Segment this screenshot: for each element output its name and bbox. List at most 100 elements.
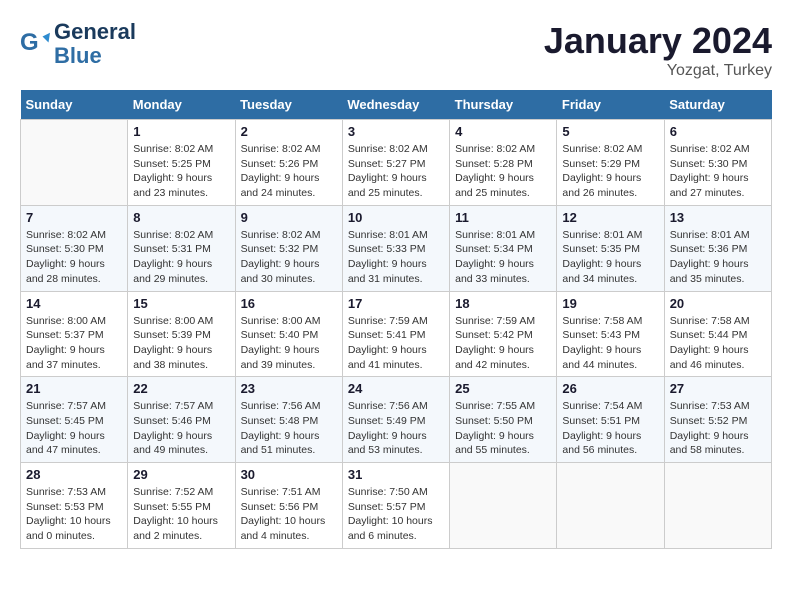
logo: G General Blue bbox=[20, 20, 136, 68]
calendar-cell bbox=[557, 463, 664, 549]
day-info: Sunrise: 7:54 AMSunset: 5:51 PMDaylight:… bbox=[562, 399, 658, 458]
day-info: Sunrise: 7:56 AMSunset: 5:49 PMDaylight:… bbox=[348, 399, 444, 458]
calendar-cell bbox=[21, 120, 128, 206]
day-info: Sunrise: 8:02 AMSunset: 5:30 PMDaylight:… bbox=[670, 142, 766, 201]
calendar-cell: 3 Sunrise: 8:02 AMSunset: 5:27 PMDaylight… bbox=[342, 120, 449, 206]
calendar-cell: 21Sunrise: 7:57 AMSunset: 5:45 PMDayligh… bbox=[21, 377, 128, 463]
weekday-header-monday: Monday bbox=[128, 90, 235, 120]
calendar-cell: 17 Sunrise: 7:59 AMSunset: 5:41 PMDayligh… bbox=[342, 291, 449, 377]
calendar-cell: 31 Sunrise: 7:50 AMSunset: 5:57 PMDayligh… bbox=[342, 463, 449, 549]
day-info: Sunrise: 7:56 AMSunset: 5:48 PMDaylight:… bbox=[241, 399, 337, 458]
calendar-table: SundayMondayTuesdayWednesdayThursdayFrid… bbox=[20, 90, 772, 549]
calendar-cell: 19 Sunrise: 7:58 AMSunset: 5:43 PMDayligh… bbox=[557, 291, 664, 377]
day-number: 12 bbox=[562, 210, 658, 225]
day-info: Sunrise: 8:02 AMSunset: 5:32 PMDaylight:… bbox=[241, 228, 337, 287]
page-header: G General Blue January 2024 Yozgat, Turk… bbox=[20, 20, 772, 80]
day-number: 23 bbox=[241, 381, 337, 396]
day-number: 2 bbox=[241, 124, 337, 139]
day-info: Sunrise: 7:57 AMSunset: 5:45 PMDaylight:… bbox=[26, 399, 122, 458]
day-number: 31 bbox=[348, 467, 444, 482]
weekday-header-sunday: Sunday bbox=[21, 90, 128, 120]
calendar-cell: 27Sunrise: 7:53 AMSunset: 5:52 PMDayligh… bbox=[664, 377, 771, 463]
day-number: 20 bbox=[670, 296, 766, 311]
calendar-cell: 22 Sunrise: 7:57 AMSunset: 5:46 PMDayligh… bbox=[128, 377, 235, 463]
day-number: 5 bbox=[562, 124, 658, 139]
day-number: 17 bbox=[348, 296, 444, 311]
calendar-cell: 26 Sunrise: 7:54 AMSunset: 5:51 PMDayligh… bbox=[557, 377, 664, 463]
day-number: 8 bbox=[133, 210, 229, 225]
day-number: 15 bbox=[133, 296, 229, 311]
day-number: 10 bbox=[348, 210, 444, 225]
calendar-cell: 24 Sunrise: 7:56 AMSunset: 5:49 PMDayligh… bbox=[342, 377, 449, 463]
weekday-header-row: SundayMondayTuesdayWednesdayThursdayFrid… bbox=[21, 90, 772, 120]
day-info: Sunrise: 8:00 AMSunset: 5:39 PMDaylight:… bbox=[133, 314, 229, 373]
day-info: Sunrise: 8:01 AMSunset: 5:36 PMDaylight:… bbox=[670, 228, 766, 287]
calendar-cell: 18Sunrise: 7:59 AMSunset: 5:42 PMDayligh… bbox=[450, 291, 557, 377]
month-title: January 2024 bbox=[544, 20, 772, 62]
day-info: Sunrise: 8:00 AMSunset: 5:40 PMDaylight:… bbox=[241, 314, 337, 373]
calendar-cell: 7Sunrise: 8:02 AMSunset: 5:30 PMDaylight… bbox=[21, 205, 128, 291]
day-number: 22 bbox=[133, 381, 229, 396]
week-row-5: 28 Sunrise: 7:53 AMSunset: 5:53 PMDayligh… bbox=[21, 463, 772, 549]
day-info: Sunrise: 7:50 AMSunset: 5:57 PMDaylight:… bbox=[348, 485, 444, 544]
day-info: Sunrise: 8:02 AMSunset: 5:31 PMDaylight:… bbox=[133, 228, 229, 287]
day-info: Sunrise: 8:02 AMSunset: 5:26 PMDaylight:… bbox=[241, 142, 337, 201]
day-number: 6 bbox=[670, 124, 766, 139]
day-info: Sunrise: 7:58 AMSunset: 5:43 PMDaylight:… bbox=[562, 314, 658, 373]
calendar-cell: 13 Sunrise: 8:01 AMSunset: 5:36 PMDayligh… bbox=[664, 205, 771, 291]
day-number: 4 bbox=[455, 124, 551, 139]
day-number: 3 bbox=[348, 124, 444, 139]
calendar-cell: 14 Sunrise: 8:00 AMSunset: 5:37 PMDayligh… bbox=[21, 291, 128, 377]
calendar-cell: 6 Sunrise: 8:02 AMSunset: 5:30 PMDaylight… bbox=[664, 120, 771, 206]
day-number: 19 bbox=[562, 296, 658, 311]
weekday-header-tuesday: Tuesday bbox=[235, 90, 342, 120]
title-block: January 2024 Yozgat, Turkey bbox=[544, 20, 772, 80]
day-info: Sunrise: 7:59 AMSunset: 5:41 PMDaylight:… bbox=[348, 314, 444, 373]
day-number: 1 bbox=[133, 124, 229, 139]
day-info: Sunrise: 7:55 AMSunset: 5:50 PMDaylight:… bbox=[455, 399, 551, 458]
calendar-cell: 25Sunrise: 7:55 AMSunset: 5:50 PMDayligh… bbox=[450, 377, 557, 463]
calendar-cell: 23 Sunrise: 7:56 AMSunset: 5:48 PMDayligh… bbox=[235, 377, 342, 463]
weekday-header-thursday: Thursday bbox=[450, 90, 557, 120]
day-number: 30 bbox=[241, 467, 337, 482]
day-number: 24 bbox=[348, 381, 444, 396]
day-number: 13 bbox=[670, 210, 766, 225]
calendar-cell: 16 Sunrise: 8:00 AMSunset: 5:40 PMDayligh… bbox=[235, 291, 342, 377]
svg-text:G: G bbox=[20, 29, 39, 56]
day-info: Sunrise: 7:53 AMSunset: 5:53 PMDaylight:… bbox=[26, 485, 122, 544]
day-info: Sunrise: 8:02 AMSunset: 5:27 PMDaylight:… bbox=[348, 142, 444, 201]
day-number: 27 bbox=[670, 381, 766, 396]
calendar-cell: 30 Sunrise: 7:51 AMSunset: 5:56 PMDayligh… bbox=[235, 463, 342, 549]
day-info: Sunrise: 8:01 AMSunset: 5:35 PMDaylight:… bbox=[562, 228, 658, 287]
calendar-cell: 15 Sunrise: 8:00 AMSunset: 5:39 PMDayligh… bbox=[128, 291, 235, 377]
location: Yozgat, Turkey bbox=[544, 62, 772, 80]
calendar-cell: 8 Sunrise: 8:02 AMSunset: 5:31 PMDaylight… bbox=[128, 205, 235, 291]
calendar-cell: 10Sunrise: 8:01 AMSunset: 5:33 PMDayligh… bbox=[342, 205, 449, 291]
day-info: Sunrise: 7:59 AMSunset: 5:42 PMDaylight:… bbox=[455, 314, 551, 373]
week-row-2: 7Sunrise: 8:02 AMSunset: 5:30 PMDaylight… bbox=[21, 205, 772, 291]
calendar-cell: 12 Sunrise: 8:01 AMSunset: 5:35 PMDayligh… bbox=[557, 205, 664, 291]
day-info: Sunrise: 8:01 AMSunset: 5:34 PMDaylight:… bbox=[455, 228, 551, 287]
calendar-cell: 1 Sunrise: 8:02 AMSunset: 5:25 PMDaylight… bbox=[128, 120, 235, 206]
calendar-cell: 11 Sunrise: 8:01 AMSunset: 5:34 PMDayligh… bbox=[450, 205, 557, 291]
day-info: Sunrise: 7:58 AMSunset: 5:44 PMDaylight:… bbox=[670, 314, 766, 373]
logo-icon: G bbox=[20, 29, 50, 59]
day-number: 28 bbox=[26, 467, 122, 482]
logo-text: General Blue bbox=[54, 20, 136, 68]
day-number: 29 bbox=[133, 467, 229, 482]
weekday-header-friday: Friday bbox=[557, 90, 664, 120]
day-info: Sunrise: 8:02 AMSunset: 5:29 PMDaylight:… bbox=[562, 142, 658, 201]
day-number: 26 bbox=[562, 381, 658, 396]
week-row-1: 1 Sunrise: 8:02 AMSunset: 5:25 PMDaylight… bbox=[21, 120, 772, 206]
day-number: 11 bbox=[455, 210, 551, 225]
day-info: Sunrise: 8:00 AMSunset: 5:37 PMDaylight:… bbox=[26, 314, 122, 373]
day-number: 14 bbox=[26, 296, 122, 311]
calendar-cell: 5 Sunrise: 8:02 AMSunset: 5:29 PMDaylight… bbox=[557, 120, 664, 206]
day-info: Sunrise: 8:02 AMSunset: 5:25 PMDaylight:… bbox=[133, 142, 229, 201]
weekday-header-wednesday: Wednesday bbox=[342, 90, 449, 120]
week-row-3: 14 Sunrise: 8:00 AMSunset: 5:37 PMDayligh… bbox=[21, 291, 772, 377]
calendar-cell bbox=[664, 463, 771, 549]
day-info: Sunrise: 7:57 AMSunset: 5:46 PMDaylight:… bbox=[133, 399, 229, 458]
day-number: 16 bbox=[241, 296, 337, 311]
day-info: Sunrise: 7:51 AMSunset: 5:56 PMDaylight:… bbox=[241, 485, 337, 544]
